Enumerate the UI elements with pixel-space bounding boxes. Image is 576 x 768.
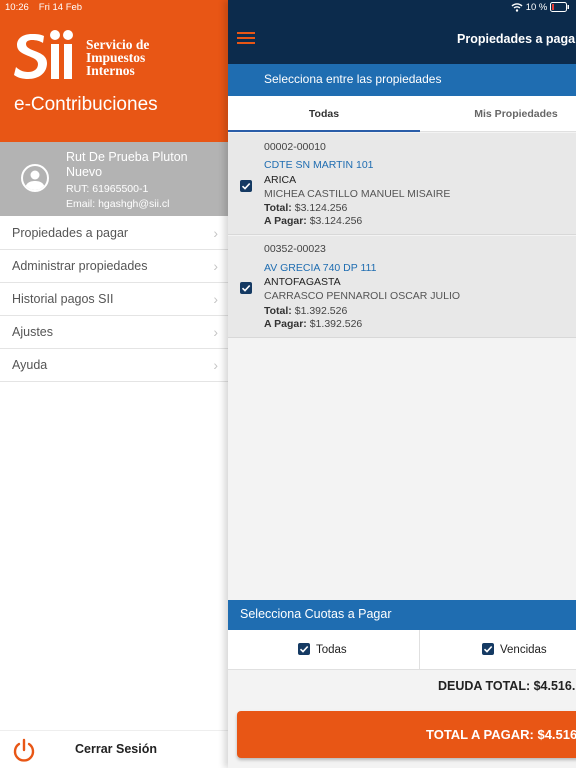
menu-item-label: Ajustes: [12, 325, 53, 339]
property-checkbox[interactable]: [240, 180, 252, 192]
property-apagar-label: A Pagar:: [264, 215, 307, 227]
status-date: Fri 14 Feb: [38, 2, 83, 13]
property-owner: CARRASCO PENNAROLI OSCAR JULIO: [264, 290, 461, 302]
status-bar-right: 10 %: [511, 2, 570, 13]
pay-total-label: TOTAL A PAGAR: $4.516: [426, 727, 576, 742]
logout-button[interactable]: Cerrar Sesión: [0, 730, 228, 768]
navbar: 10 % Propiedades a pagar: [228, 0, 576, 64]
property-apagar: A Pagar: $3.124.256: [264, 215, 362, 227]
sidebar-menu: Propiedades a pagar › Administrar propie…: [0, 217, 228, 382]
property-total-value: $3.124.256: [294, 202, 348, 214]
main-panel: 10 % Propiedades a pagar Selecciona entr…: [228, 0, 576, 768]
property-address: CDTE SN MARTIN 101: [264, 159, 374, 171]
chevron-right-icon: ›: [213, 258, 218, 274]
sidebar-header: 10:26 Fri 14 Feb Servicio de Impuestos In…: [0, 0, 228, 142]
battery-percent: 10 %: [525, 2, 548, 13]
property-total: Total: $3.124.256: [264, 202, 347, 214]
property-card[interactable]: 00002-00010 CDTE SN MARTIN 101 ARICA MIC…: [228, 133, 576, 235]
select-properties-header: Selecciona entre las propiedades: [228, 64, 576, 96]
page-title: Propiedades a pagar: [457, 32, 576, 46]
cuota-option-vencidas[interactable]: Vencidas: [482, 643, 547, 656]
avatar-icon: [21, 164, 49, 192]
user-name: Rut De Prueba Pluton Nuevo: [66, 150, 188, 179]
cuota-option-label: Todas: [316, 644, 347, 656]
wifi-icon: [511, 3, 523, 12]
menu-item-label: Propiedades a pagar: [12, 226, 129, 240]
menu-item-label: Administrar propiedades: [12, 259, 148, 273]
menu-item-administrar-propiedades[interactable]: Administrar propiedades ›: [0, 250, 228, 283]
sidebar: 10:26 Fri 14 Feb Servicio de Impuestos In…: [0, 0, 228, 768]
menu-item-historial-pagos[interactable]: Historial pagos SII ›: [0, 283, 228, 316]
cuota-option-label: Vencidas: [500, 644, 547, 656]
battery-icon: [550, 2, 569, 12]
status-bar-left: 10:26 Fri 14 Feb: [5, 2, 82, 13]
property-owner: MICHEA CASTILLO MANUEL MISAIRE: [264, 188, 451, 200]
tab-mis-propiedades[interactable]: Mis Propiedades: [420, 96, 576, 132]
property-apagar-value: $3.124.256: [309, 215, 363, 227]
deuda-total: DEUDA TOTAL: $4.516.: [438, 679, 576, 693]
menu-item-label: Ayuda: [12, 358, 48, 372]
property-total: Total: $1.392.526: [264, 305, 347, 317]
property-apagar: A Pagar: $1.392.526: [264, 318, 362, 330]
cuotas-divider: [419, 630, 420, 670]
chevron-right-icon: ›: [213, 225, 218, 241]
status-time: 10:26: [5, 2, 29, 13]
select-properties-label: Selecciona entre las propiedades: [264, 72, 442, 86]
hamburger-menu-icon[interactable]: [237, 32, 255, 46]
cuotas-options: Todas Vencidas: [228, 630, 576, 670]
user-card: Rut De Prueba Pluton Nuevo RUT: 61965500…: [0, 142, 228, 216]
menu-item-label: Historial pagos SII: [12, 292, 114, 306]
property-apagar-value: $1.392.526: [309, 318, 363, 330]
cuota-option-todas[interactable]: Todas: [298, 643, 347, 656]
sii-logo-mark: [14, 30, 73, 79]
menu-item-propiedades-a-pagar[interactable]: Propiedades a pagar ›: [0, 217, 228, 250]
checkbox-checked-icon: [482, 643, 494, 655]
property-checkbox[interactable]: [240, 282, 252, 294]
menu-item-ajustes[interactable]: Ajustes ›: [0, 316, 228, 349]
property-code: 00352-00023: [264, 243, 326, 255]
user-rut: RUT: 61965500-1: [66, 183, 149, 195]
user-email: Email: hgashgh@sii.cl: [66, 198, 170, 210]
logo-line-3: Internos: [86, 63, 135, 78]
chevron-right-icon: ›: [213, 357, 218, 373]
property-apagar-label: A Pagar:: [264, 318, 307, 330]
checkbox-checked-icon: [298, 643, 310, 655]
pay-total-button[interactable]: TOTAL A PAGAR: $4.516: [237, 711, 576, 758]
menu-item-ayuda[interactable]: Ayuda ›: [0, 349, 228, 382]
property-total-label: Total:: [264, 305, 292, 317]
cuotas-title: Selecciona Cuotas a Pagar: [240, 607, 392, 621]
logout-label: Cerrar Sesión: [75, 742, 157, 756]
cuotas-header: Selecciona Cuotas a Pagar: [228, 600, 576, 630]
chevron-right-icon: ›: [213, 324, 218, 340]
sii-logo: Servicio de Impuestos Internos: [14, 28, 214, 84]
property-total-label: Total:: [264, 202, 292, 214]
sii-logo-text: Servicio de Impuestos Internos: [86, 38, 149, 78]
app-name: e-Contribuciones: [14, 94, 158, 115]
chevron-right-icon: ›: [213, 291, 218, 307]
property-address: AV GRECIA 740 DP 111: [264, 262, 377, 274]
property-commune: ARICA: [264, 174, 297, 186]
property-code: 00002-00010: [264, 141, 326, 153]
property-card[interactable]: 00352-00023 AV GRECIA 740 DP 111 ANTOFAG…: [228, 236, 576, 338]
property-total-value: $1.392.526: [294, 305, 348, 317]
power-icon: [13, 738, 35, 762]
tab-todas[interactable]: Todas: [228, 96, 420, 132]
property-commune: ANTOFAGASTA: [264, 276, 341, 288]
tabs: Todas Mis Propiedades: [228, 96, 576, 132]
